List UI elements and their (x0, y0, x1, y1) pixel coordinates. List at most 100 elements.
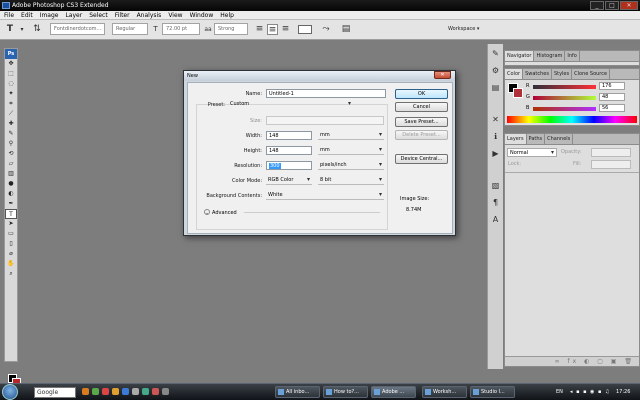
workspace-button[interactable]: Workspace ▾ (448, 23, 486, 36)
paragraph-dock-icon[interactable]: ¶ (489, 196, 503, 210)
red-slider[interactable] (533, 85, 596, 89)
menu-select[interactable]: Select (85, 11, 111, 19)
clone-stamp-icon[interactable]: ⚲ (5, 139, 17, 149)
firefox-quicklaunch-icon[interactable] (82, 388, 89, 395)
hand-tool-icon[interactable]: ✋ (5, 259, 17, 269)
pen-tool-icon[interactable]: ✒ (5, 199, 17, 209)
folder-quicklaunch-icon[interactable] (112, 388, 119, 395)
font-family-select[interactable]: Fontdinerdotcom... (50, 23, 105, 35)
brush-tool-icon[interactable]: ✎ (5, 129, 17, 139)
character-dock-icon[interactable]: A (489, 213, 503, 227)
taskbar-item-photoshop[interactable]: Adobe ... (371, 386, 416, 398)
tab-info[interactable]: Info (565, 51, 580, 61)
menu-edit[interactable]: Edit (17, 11, 36, 19)
bit-depth-select[interactable]: 8 bit (318, 176, 384, 185)
eyedropper-tool-icon[interactable]: ⌀ (5, 249, 17, 259)
font-size-select[interactable]: 72.00 pt (162, 23, 200, 35)
taskbar-item-studio[interactable]: Studio I... (470, 386, 515, 398)
tool-presets-panel-icon[interactable]: ⚙ (489, 64, 503, 78)
warp-text-icon[interactable]: ⤳ (320, 24, 332, 35)
align-right-icon[interactable]: ≡ (280, 24, 291, 35)
minimize-button[interactable]: _ (590, 1, 604, 10)
brushes-panel-icon[interactable]: ✎ (489, 47, 503, 61)
taskbar-item-workshop[interactable]: Worksh... (422, 386, 467, 398)
menu-layer[interactable]: Layer (61, 11, 85, 19)
red-value[interactable]: 176 (599, 82, 625, 90)
dodge-tool-icon[interactable]: ◐ (5, 189, 17, 199)
preset-select[interactable]: Custom (228, 100, 353, 109)
info-dock-icon[interactable]: ℹ (489, 130, 503, 144)
orientation-toggle-icon[interactable]: ⇅ (30, 24, 44, 35)
ie-quicklaunch-icon[interactable] (122, 388, 129, 395)
width-field[interactable]: 148 (266, 131, 312, 140)
align-left-icon[interactable]: ≡ (254, 24, 265, 35)
device-central-button[interactable]: Device Central... (395, 154, 448, 164)
menu-view[interactable]: View (164, 11, 185, 19)
close-window-button[interactable]: ✕ (620, 1, 638, 10)
color-bg-swatch[interactable] (513, 88, 523, 98)
background-contents-select[interactable]: White (266, 191, 384, 200)
green-slider[interactable] (533, 96, 596, 100)
menu-file[interactable]: File (0, 11, 17, 19)
tab-clone-source[interactable]: Clone Source (572, 69, 611, 79)
tab-channels[interactable]: Channels (545, 134, 574, 144)
align-center-icon[interactable]: ≡ (267, 24, 278, 35)
menu-filter[interactable]: Filter (111, 11, 133, 19)
dialog-close-button[interactable]: ✕ (434, 71, 451, 79)
color-mode-select[interactable]: RGB Color (266, 176, 312, 185)
blue-slider[interactable] (533, 107, 596, 111)
green-value[interactable]: 48 (599, 93, 625, 101)
app-quicklaunch-icon[interactable] (152, 388, 159, 395)
layer-comps-panel-icon[interactable]: ▤ (489, 81, 503, 95)
shape-tool-icon[interactable]: ▭ (5, 229, 17, 239)
eraser-tool-icon[interactable]: ▱ (5, 159, 17, 169)
tab-swatches[interactable]: Swatches (523, 69, 552, 79)
menu-help[interactable]: Help (216, 11, 237, 19)
height-unit-select[interactable]: mm (318, 146, 384, 155)
history-brush-icon[interactable]: ⟲ (5, 149, 17, 159)
tab-color[interactable]: Color (505, 69, 524, 79)
start-button[interactable] (2, 384, 18, 400)
resolution-unit-select[interactable]: pixels/inch (318, 161, 384, 170)
google-search-box[interactable]: Google (34, 387, 76, 398)
color-spectrum-ramp[interactable] (507, 116, 637, 123)
layers-footer-icons[interactable]: ∞ fx ◐ ▢ ▣ 🗑 (505, 356, 639, 366)
blend-mode-select[interactable]: Normal (507, 148, 557, 157)
gradient-tool-icon[interactable]: ▥ (5, 169, 17, 179)
lasso-tool-icon[interactable]: ◌ (5, 79, 17, 89)
tab-histogram[interactable]: Histogram (534, 51, 566, 61)
tool-preset-arrow-icon[interactable]: ▾ (18, 24, 26, 35)
menu-image[interactable]: Image (36, 11, 62, 19)
save-preset-button[interactable]: Save Preset... (395, 117, 448, 127)
path-selection-icon[interactable]: ➤ (5, 219, 17, 229)
fill-field[interactable] (591, 160, 631, 169)
menu-window[interactable]: Window (186, 11, 217, 19)
healing-brush-icon[interactable]: ✚ (5, 119, 17, 129)
tray-icons[interactable]: ◂ ▪ ▪ ◉ ▪ ♫ (570, 389, 610, 395)
desktop-quicklaunch-icon[interactable] (132, 388, 139, 395)
tab-navigator[interactable]: Navigator (505, 51, 535, 61)
marquee-tool-icon[interactable]: ⬚ (5, 69, 17, 79)
blur-tool-icon[interactable]: ● (5, 179, 17, 189)
crop-tool-icon[interactable]: ⌗ (5, 99, 17, 109)
resolution-field[interactable]: 300 (266, 161, 312, 170)
antialias-select[interactable]: Strong (214, 23, 248, 35)
actions-dock-icon[interactable]: ▶ (489, 147, 503, 161)
app2-quicklaunch-icon[interactable] (162, 388, 169, 395)
move-tool-icon[interactable]: ✥ (5, 59, 17, 69)
language-indicator[interactable]: EN (556, 389, 563, 395)
skype-quicklaunch-icon[interactable] (142, 388, 149, 395)
menu-analysis[interactable]: Analysis (133, 11, 165, 19)
type-tool-icon[interactable]: T (4, 24, 16, 35)
taskbar-item-inbox[interactable]: All inbo... (275, 386, 320, 398)
maximize-button[interactable]: □ (605, 1, 619, 10)
ok-button[interactable]: OK (395, 89, 448, 99)
advanced-toggle[interactable]: ⌄ Advanced (204, 209, 237, 216)
clock[interactable]: 17:26 (616, 389, 630, 395)
font-style-select[interactable]: Regular (112, 23, 148, 35)
type-tool-icon[interactable]: T (5, 209, 17, 219)
name-field[interactable]: Untitled-1 (266, 89, 386, 98)
magic-wand-tool-icon[interactable]: ✦ (5, 89, 17, 99)
width-unit-select[interactable]: mm (318, 131, 384, 140)
slice-tool-icon[interactable]: ⟋ (5, 109, 17, 119)
